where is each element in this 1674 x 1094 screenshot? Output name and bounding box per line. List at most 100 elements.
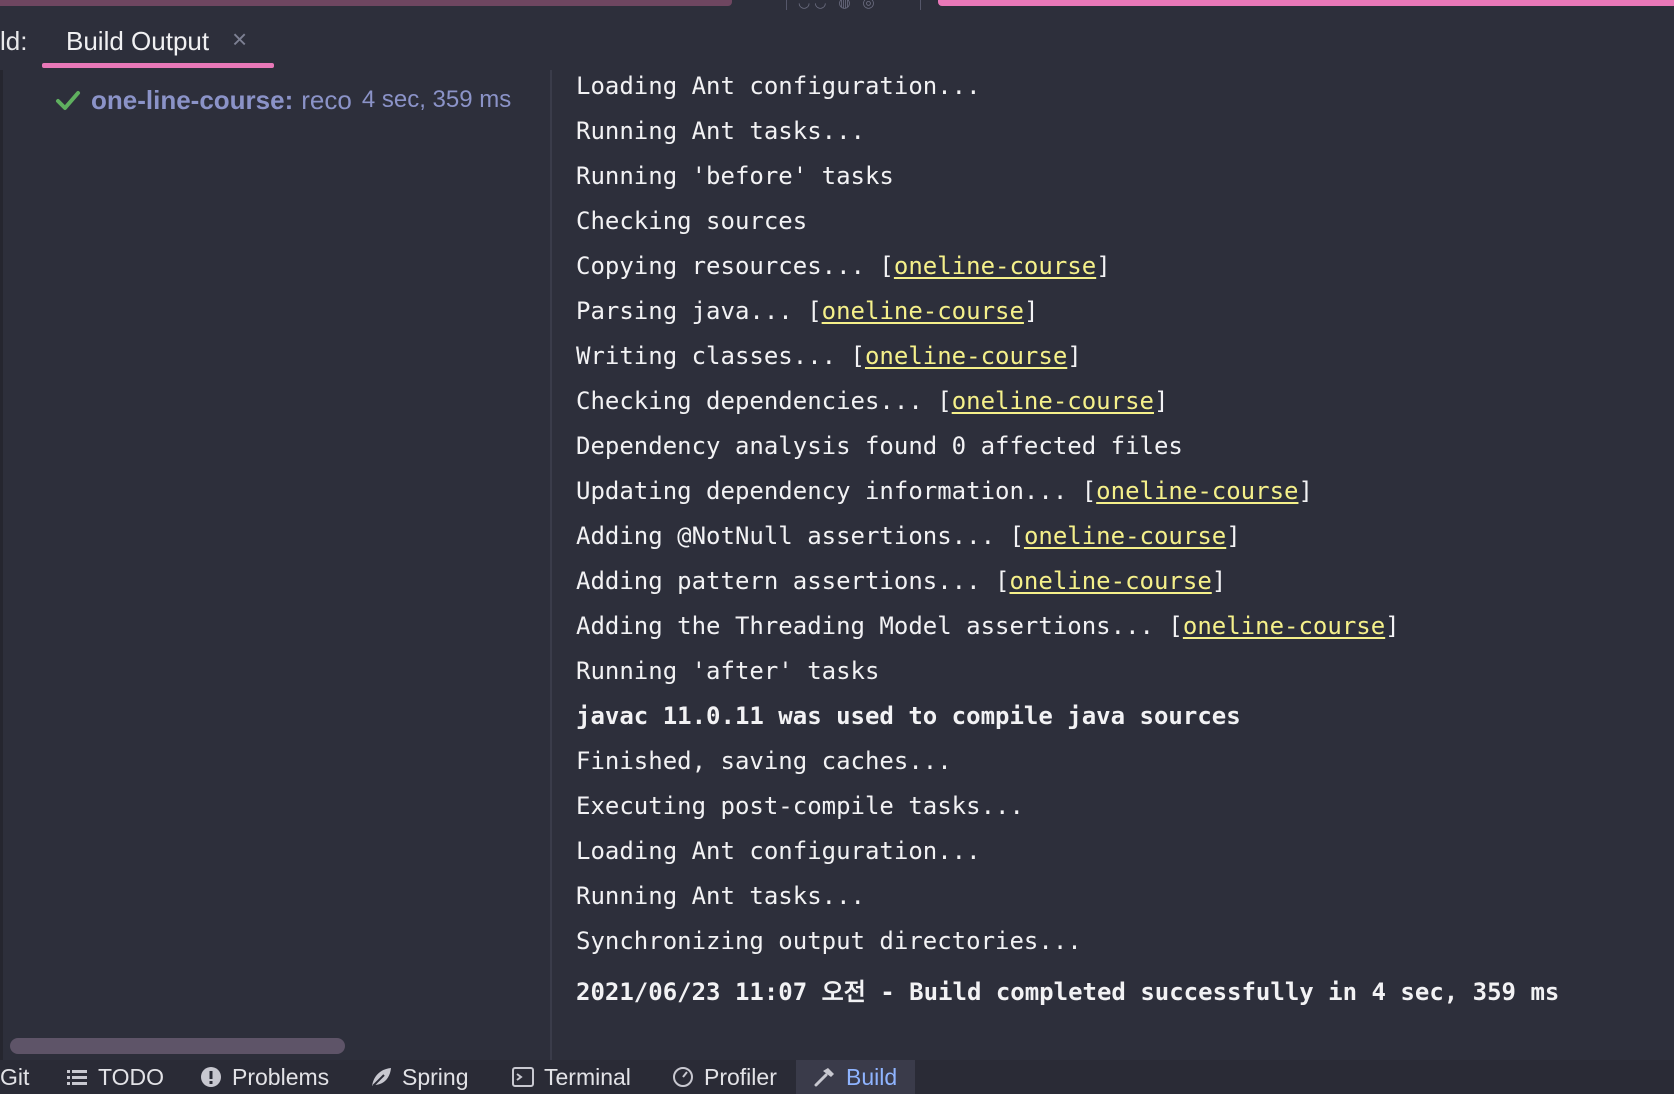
module-link[interactable]: oneline-course (1009, 567, 1211, 595)
console-line: Loading Ant configuration... (576, 72, 981, 100)
console-line-suffix: ] (1385, 612, 1400, 640)
console-line-suffix: ] (1298, 477, 1313, 505)
console-line-suffix: ] (1211, 567, 1227, 595)
tool-label: Build (846, 1063, 898, 1090)
tree-item-status: reco (301, 84, 352, 115)
console-line-suffix: ] (1226, 522, 1241, 550)
console-line-text: Checking dependencies... [ (576, 387, 952, 415)
console-line: javac 11.0.11 was used to compile java s… (576, 702, 1241, 730)
module-link[interactable]: oneline-course (865, 342, 1067, 370)
toolbar-icons: ◡◡ ◍ ◎ (798, 0, 879, 10)
toolbar-separator (920, 0, 921, 10)
module-link[interactable]: oneline-course (1096, 477, 1298, 505)
console-line-suffix: ] (1096, 252, 1111, 280)
check-icon (56, 91, 80, 110)
tool-label: Problems (232, 1063, 330, 1090)
console-line: Finished, saving caches... (576, 747, 952, 775)
tool-todo[interactable]: TODO (66, 1060, 164, 1094)
console-line-suffix: ] (1023, 297, 1039, 325)
console-line-text: Adding pattern assertions... [ (576, 567, 1010, 595)
console-line: Adding @NotNull assertions... [oneline-c… (576, 522, 1241, 550)
tool-label: Git (0, 1063, 30, 1090)
tool-window-bar: Git TODO Problems Spring Terminal Profiler Bui… (0, 1060, 1674, 1094)
gauge-icon (672, 1066, 694, 1088)
tool-git[interactable]: Git (0, 1060, 29, 1094)
tree-item-name: one-line-course: (91, 84, 294, 115)
warning-icon (200, 1066, 222, 1088)
close-icon[interactable]: × (232, 24, 247, 55)
list-icon (66, 1066, 88, 1088)
console-line: Dependency analysis found 0 affected fil… (576, 432, 1183, 460)
hammer-icon (814, 1066, 836, 1088)
console-line: Running Ant tasks... (576, 882, 865, 910)
console-line-text: Running 'before' tasks (576, 162, 894, 190)
tool-label: Spring (402, 1063, 469, 1090)
tool-spring[interactable]: Spring (370, 1060, 468, 1094)
terminal-icon (512, 1066, 534, 1088)
tab-label: Build Output (66, 26, 210, 56)
console-line-text: Checking sources (576, 207, 808, 235)
build-tree-pane: one-line-course: reco 4 sec, 359 ms (0, 70, 550, 1060)
tree-item-time: 4 sec, 359 ms (361, 86, 512, 113)
console-line-text: Running Ant tasks... (576, 882, 865, 910)
console-line: Parsing java... [oneline-course] (576, 297, 1038, 325)
build-console-output[interactable]: Loading Ant configuration... Running Ant … (576, 70, 1674, 1060)
console-line-suffix: ] (1153, 387, 1169, 415)
console-line-text: Executing post-compile tasks... (576, 792, 1024, 820)
console-line: Adding pattern assertions... [oneline-co… (576, 567, 1226, 595)
pane-splitter[interactable] (550, 70, 552, 1060)
console-line: Checking sources (576, 207, 807, 235)
console-line: Running 'after' tasks (576, 657, 879, 685)
top-scrollbar-left[interactable] (0, 0, 732, 6)
console-line: Loading Ant configuration... (576, 837, 981, 865)
leaf-icon (370, 1066, 392, 1088)
tool-window-title: ld: (0, 26, 28, 56)
toolbar-separator (786, 0, 787, 10)
pane-edge (0, 70, 3, 1060)
tool-window-header: ld: Build Output × (0, 14, 1674, 70)
console-line-text: Running Ant tasks... (576, 117, 865, 145)
console-line-text: Synchronizing output directories... (576, 927, 1082, 955)
console-line: 2021/06/23 11:07 오전 - Build completed su… (576, 972, 1559, 1007)
tool-label: Terminal (544, 1063, 631, 1090)
module-link[interactable]: oneline-course (952, 387, 1154, 415)
top-toolbar-strip: ◡◡ ◍ ◎ (0, 0, 1674, 10)
console-line-text: Writing classes... [ (576, 342, 865, 370)
console-line-text: Finished, saving caches... (576, 747, 952, 775)
console-line-text: Copying resources... [ (576, 252, 894, 280)
console-line-text: 2021/06/23 11:07 오전 - Build completed su… (576, 978, 1560, 1006)
console-line: Copying resources... [oneline-course] (576, 252, 1111, 280)
top-scrollbar-right[interactable] (938, 0, 1674, 6)
console-line-text: Dependency analysis found 0 affected fil… (576, 432, 1183, 460)
console-line-text: Adding @NotNull assertions... [ (576, 522, 1024, 550)
tool-problems[interactable]: Problems (200, 1060, 329, 1094)
tab-active-indicator (42, 63, 274, 68)
module-link[interactable]: oneline-course (1183, 612, 1385, 640)
console-line: Adding the Threading Model assertions...… (576, 612, 1400, 640)
console-line-text: javac 11.0.11 was used to compile java s… (576, 702, 1241, 730)
console-line: Running 'before' tasks (576, 162, 894, 190)
console-line-text: Updating dependency information... [ (576, 477, 1097, 505)
console-line-text: Running 'after' tasks (576, 657, 880, 685)
tool-profiler[interactable]: Profiler (672, 1060, 777, 1094)
console-line: Checking dependencies... [oneline-course… (576, 387, 1168, 415)
console-line-text: Adding the Threading Model assertions...… (576, 612, 1183, 640)
horizontal-scrollbar[interactable] (10, 1038, 345, 1054)
console-line-text: Loading Ant configuration... (576, 72, 981, 100)
tree-item-build[interactable]: one-line-course: reco 4 sec, 359 ms (55, 82, 511, 118)
console-line: Updating dependency information... [onel… (576, 477, 1313, 505)
console-line-suffix: ] (1067, 342, 1082, 370)
module-link[interactable]: oneline-course (822, 297, 1024, 325)
tool-label: TODO (98, 1063, 165, 1090)
console-line: Running Ant tasks... (576, 117, 865, 145)
console-line-text: Loading Ant configuration... (576, 837, 981, 865)
tool-terminal[interactable]: Terminal (512, 1060, 631, 1094)
tool-build[interactable]: Build (796, 1060, 916, 1094)
module-link[interactable]: oneline-course (1024, 522, 1226, 550)
tab-build-output[interactable]: Build Output × (42, 14, 274, 68)
console-line: Synchronizing output directories... (576, 927, 1082, 955)
console-line: Executing post-compile tasks... (576, 792, 1024, 820)
console-line-text: Parsing java... [ (576, 297, 822, 325)
module-link[interactable]: oneline-course (894, 252, 1096, 280)
console-line: Writing classes... [oneline-course] (576, 342, 1082, 370)
